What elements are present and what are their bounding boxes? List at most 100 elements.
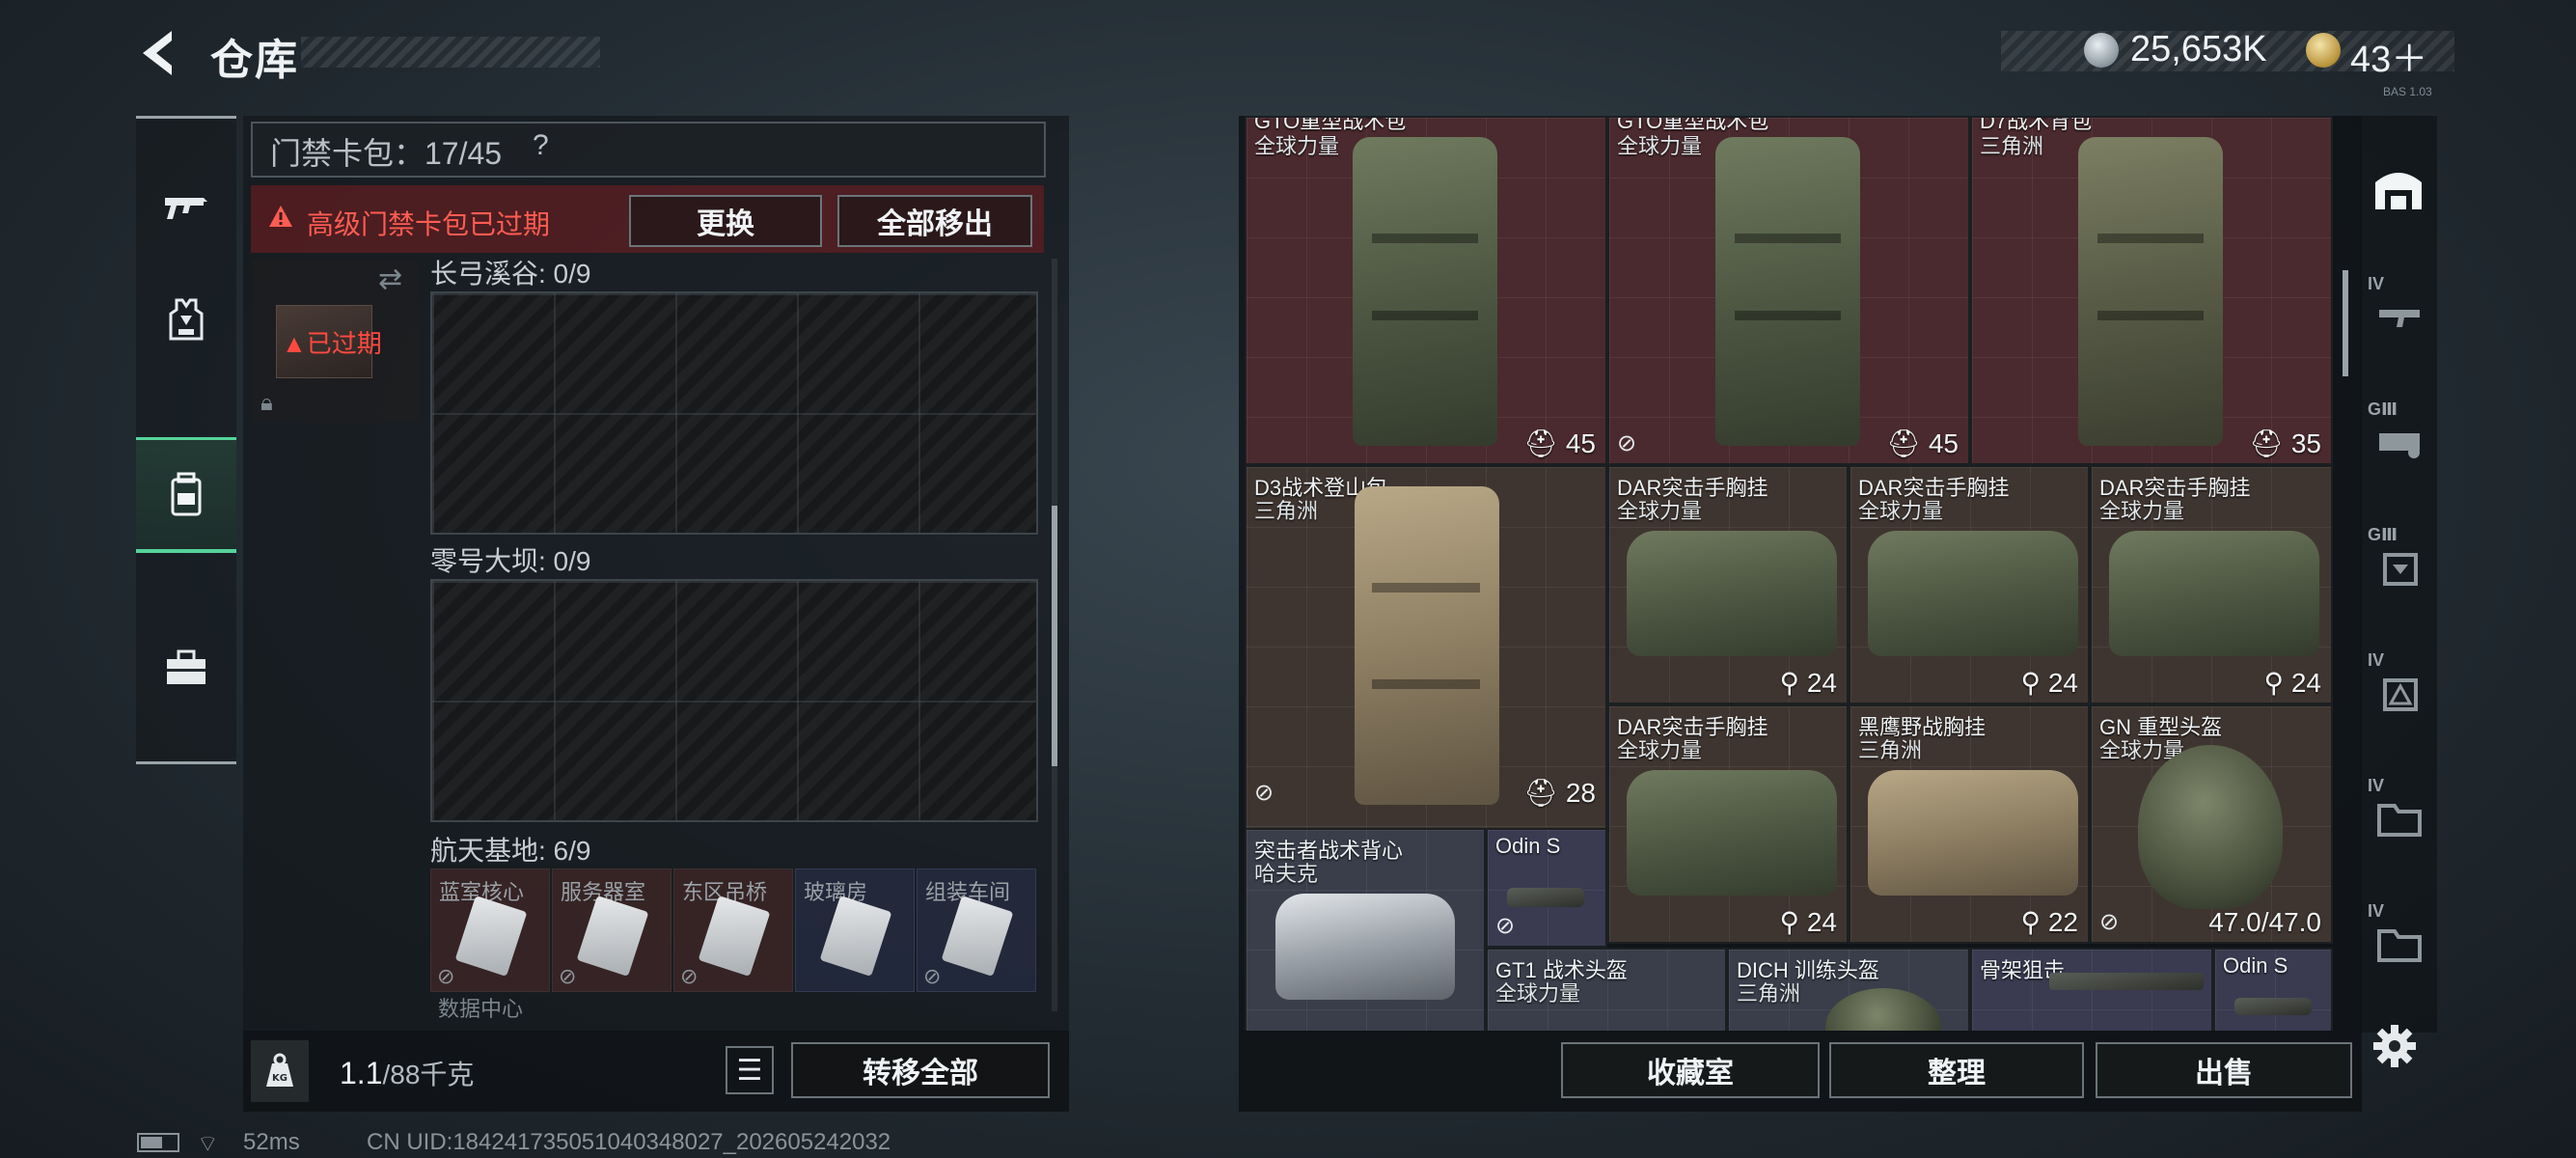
weapon-tab-icon xyxy=(2379,310,2420,327)
stash-item[interactable]: GTO重型战术包 全球力量 ⛑ 45 xyxy=(1245,116,1607,465)
stash-tab-7[interactable]: IV xyxy=(2360,884,2437,1000)
rifle-icon xyxy=(165,198,207,219)
stash-item[interactable]: 黑鹰野战胸挂 三角洲 ⚲ 22 xyxy=(1849,704,2090,944)
swap-button[interactable]: 更换 xyxy=(629,195,822,247)
sidebar-item-backpack[interactable] xyxy=(136,437,236,553)
swap-arrows-icon[interactable]: ⇄ xyxy=(378,262,402,296)
back-button[interactable] xyxy=(135,27,183,79)
help-icon[interactable]: ? xyxy=(533,129,549,162)
sidebar-item-tools[interactable] xyxy=(136,611,236,727)
item-capacity: ⚲ 22 xyxy=(2020,907,2078,937)
sort-button[interactable]: 整理 xyxy=(1829,1042,2084,1098)
weight-icon: KG xyxy=(251,1040,309,1102)
item-capacity: ⛑ 45 xyxy=(1886,428,1959,458)
stash-item[interactable]: GTO重型战术包 全球力量 ⊘ ⛑ 45 xyxy=(1607,116,1970,465)
tab-label: GⅢ xyxy=(2368,525,2398,544)
keycard-item[interactable]: 东区吊桥 ⊘ xyxy=(673,868,793,992)
move-all-out-button[interactable]: 全部移出 xyxy=(837,195,1032,247)
silver-coin-icon xyxy=(2084,33,2119,68)
helmet-image xyxy=(2138,745,2283,909)
category-sidebar xyxy=(136,116,236,764)
item-capacity-value: 24 xyxy=(1806,907,1837,937)
armor-tab-icon xyxy=(2383,553,2418,586)
no-sell-icon: ⊘ xyxy=(437,964,455,988)
folder-tab-icon xyxy=(2377,804,2422,837)
transfer-all-button[interactable]: 转移全部 xyxy=(791,1042,1050,1098)
stash-item[interactable]: DAR突击手胸挂 全球力量 ⚲ 24 xyxy=(2090,465,2333,704)
stash-item[interactable]: GN 重型头盔 全球力量 ⊘ 47.0/47.0 xyxy=(2090,704,2333,944)
user-uid: CN UID:1842417350510403480​27_2026052420… xyxy=(367,1129,891,1155)
no-sell-icon: ⊘ xyxy=(1617,430,1637,456)
item-capacity-value: 28 xyxy=(1565,778,1596,808)
tab-label: GⅢ xyxy=(2368,400,2398,419)
stash-tab-2[interactable]: IV xyxy=(2360,257,2437,372)
keycard-item[interactable]: 服务器室 ⊘ xyxy=(552,868,671,992)
stash-grid: GTO重型战术包 全球力量 ⛑ 45 GTO重型战术包 全球力量 ⊘ ⛑ 45 … xyxy=(1239,116,2362,1033)
item-capacity: ⚲ 24 xyxy=(1779,668,1837,698)
stash-item[interactable]: 骨架狙击 xyxy=(1970,948,2213,1033)
keycard-item[interactable]: 玻璃房 xyxy=(795,868,915,992)
tab-label: IV xyxy=(2368,274,2385,293)
stash-item[interactable]: DAR突击手胸挂 全球力量 ⚲ 24 xyxy=(1607,465,1849,704)
toolbox-icon xyxy=(167,649,206,684)
stash-item[interactable]: 突击者战术背心 哈夫克 xyxy=(1245,828,1486,1033)
list-icon: ☰ xyxy=(736,1054,763,1087)
backpack-image xyxy=(1715,137,1860,446)
stash-item[interactable]: Odin S ⊘ xyxy=(1486,828,1607,948)
stash-item[interactable]: D7战术背包 三角洲 ⛑ 35 xyxy=(1970,116,2333,465)
stash-item[interactable]: Odin S xyxy=(2213,948,2333,1033)
backpack-icon xyxy=(171,472,202,515)
stash-scrollbar-thumb[interactable] xyxy=(2343,270,2348,376)
no-sell-icon: ⊘ xyxy=(1495,913,1516,939)
settings-button[interactable] xyxy=(2370,1021,2420,1071)
corner-tag: BAS 1.03 xyxy=(2383,85,2432,98)
item-capacity-value: 35 xyxy=(2290,428,2321,458)
keycard-image xyxy=(454,896,528,977)
keycard-image xyxy=(576,896,649,977)
sidebar-item-armor[interactable] xyxy=(136,262,236,377)
chest-rig-image xyxy=(1627,770,1837,896)
keycard-item[interactable]: 蓝室核心 ⊘ xyxy=(430,868,550,992)
battery-icon xyxy=(137,1133,179,1152)
stash-tab-all[interactable] xyxy=(2360,131,2437,247)
stash-item[interactable]: DAR突击手胸挂 全球力量 ⚲ 24 xyxy=(1607,704,1849,944)
keycard-grid-longbow-valley[interactable] xyxy=(430,291,1038,535)
sidebar-item-weapons[interactable] xyxy=(136,148,236,263)
triangle-tab-icon xyxy=(2383,678,2418,711)
stash-item[interactable]: DAR突击手胸挂 全球力量 ⚲ 24 xyxy=(1849,465,2090,704)
tactical-vest-image xyxy=(1275,894,1455,1000)
tab-label: IV xyxy=(2368,901,2385,921)
scope-image xyxy=(2234,998,2312,1015)
keycard-scrollbar-thumb[interactable] xyxy=(1052,506,1057,766)
item-faction: 三角洲 xyxy=(1980,134,2044,158)
keycard-item[interactable]: 组装车间 ⊘ xyxy=(917,868,1036,992)
stash-tab-3[interactable]: GⅢ xyxy=(2360,382,2437,498)
gold-currency-value[interactable]: 43＋ xyxy=(2350,29,2427,82)
item-name: Odin S xyxy=(2223,953,2288,978)
stash-tab-4[interactable]: GⅢ xyxy=(2360,508,2437,623)
stash-tab-5[interactable]: IV xyxy=(2360,633,2437,749)
backpack-image xyxy=(1355,486,1499,805)
keycard-grid-zero-dam[interactable] xyxy=(430,579,1038,822)
item-capacity: ⛑ 35 xyxy=(2249,428,2321,458)
svg-text:KG: KG xyxy=(272,1073,288,1084)
stash-item[interactable]: DICH 训练头盔 三角洲 xyxy=(1727,948,1970,1033)
no-sell-icon: ⊘ xyxy=(923,964,942,988)
ping-value: 52ms xyxy=(243,1129,300,1155)
tab-label: IV xyxy=(2368,776,2385,795)
item-capacity-value: 24 xyxy=(2047,668,2078,698)
collection-room-button[interactable]: 收藏室 xyxy=(1561,1042,1820,1098)
gear-tab-icon xyxy=(2379,433,2420,458)
stash-tab-6[interactable]: IV xyxy=(2360,758,2437,874)
item-capacity-value: 24 xyxy=(2290,668,2321,698)
stash-item[interactable]: GT1 战术头盔 全球力量 xyxy=(1486,948,1727,1033)
list-view-button[interactable]: ☰ xyxy=(726,1046,774,1094)
sell-button[interactable]: 出售 xyxy=(2096,1042,2352,1098)
carry-weight: 1.1/88千克 xyxy=(340,1054,474,1092)
warning-icon xyxy=(269,206,292,227)
silver-currency-value: 25,653K xyxy=(2130,29,2267,69)
item-faction: 三角洲 xyxy=(1737,981,1801,1006)
tab-label: IV xyxy=(2368,650,2385,670)
expired-warning-text: 高级门禁卡包已过期 xyxy=(307,209,551,239)
stock-image xyxy=(2049,973,2204,990)
